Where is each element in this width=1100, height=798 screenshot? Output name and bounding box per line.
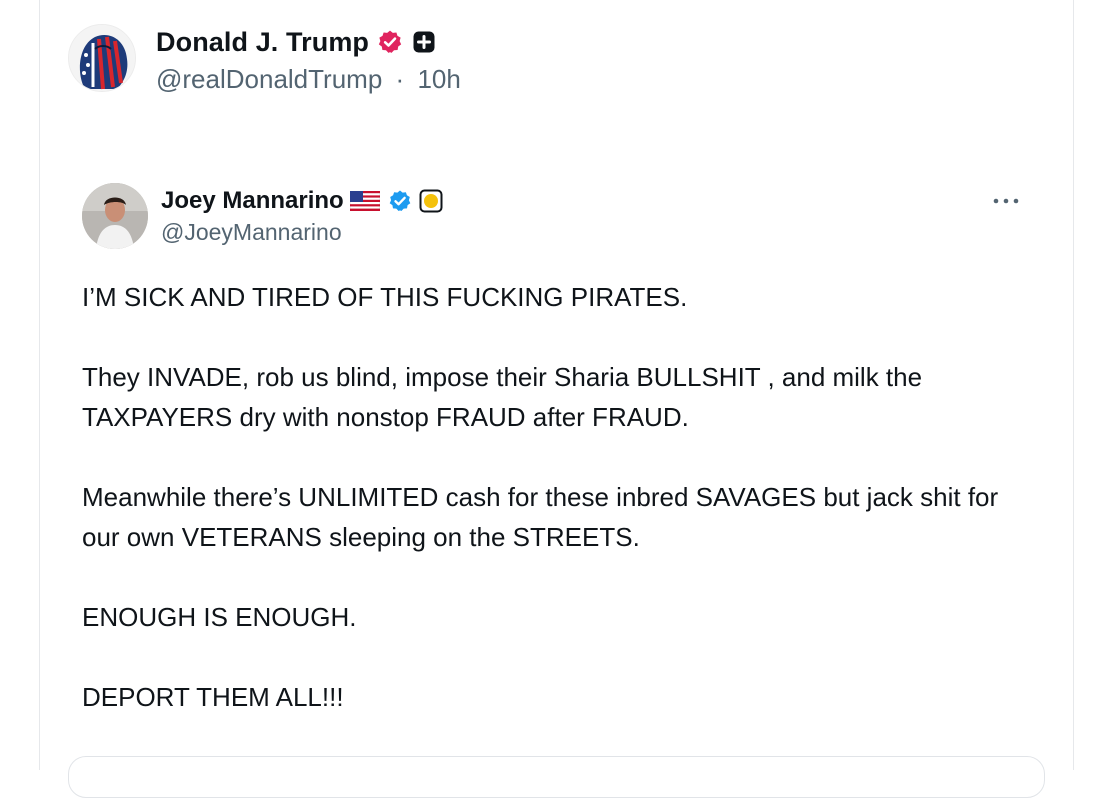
quoted-author-avatar[interactable] <box>82 183 148 249</box>
verified-badge-icon <box>378 30 402 53</box>
quoted-author-handle[interactable]: @JoeyMannarino <box>161 219 443 246</box>
embedded-card[interactable] <box>68 756 1045 798</box>
author-meta: @realDonaldTrump · 10h <box>156 64 461 95</box>
post-time[interactable]: 10h <box>417 64 460 94</box>
author-name[interactable]: Donald J. Trump <box>156 27 369 58</box>
quoted-author-name[interactable]: Joey Mannarino <box>161 187 344 215</box>
plus-square-icon <box>413 31 435 53</box>
author-handle[interactable]: @realDonaldTrump <box>156 64 382 94</box>
us-flag-icon <box>349 191 380 211</box>
verified-badge-icon <box>389 190 411 211</box>
post-header: Donald J. Trump @realDonaldTrump · 10h <box>68 24 461 95</box>
affiliate-badge-icon <box>419 189 443 213</box>
avatar-image <box>82 183 148 249</box>
post-paragraph: DEPORT THEM ALL!!! <box>82 682 344 712</box>
timeline-border-right <box>1073 0 1074 770</box>
post-paragraph: I’M SICK AND TIRED OF THIS FUCKING PIRAT… <box>82 282 688 312</box>
more-dots <box>993 198 1019 204</box>
post-paragraph: Meanwhile there’s UNLIMITED cash for the… <box>82 482 999 552</box>
quoted-post-text: I’M SICK AND TIRED OF THIS FUCKING PIRAT… <box>82 277 1032 757</box>
meta-separator: · <box>395 64 405 94</box>
more-icon[interactable] <box>988 186 1024 216</box>
post-paragraph: ENOUGH IS ENOUGH. <box>82 602 357 632</box>
post-paragraph: They INVADE, rob us blind, impose their … <box>82 362 923 432</box>
timeline-border-left <box>39 0 40 770</box>
quoted-post-header: Joey Mannarino @JoeyMannarino <box>82 183 443 249</box>
avatar-image <box>69 25 135 91</box>
author-avatar[interactable] <box>68 24 136 92</box>
